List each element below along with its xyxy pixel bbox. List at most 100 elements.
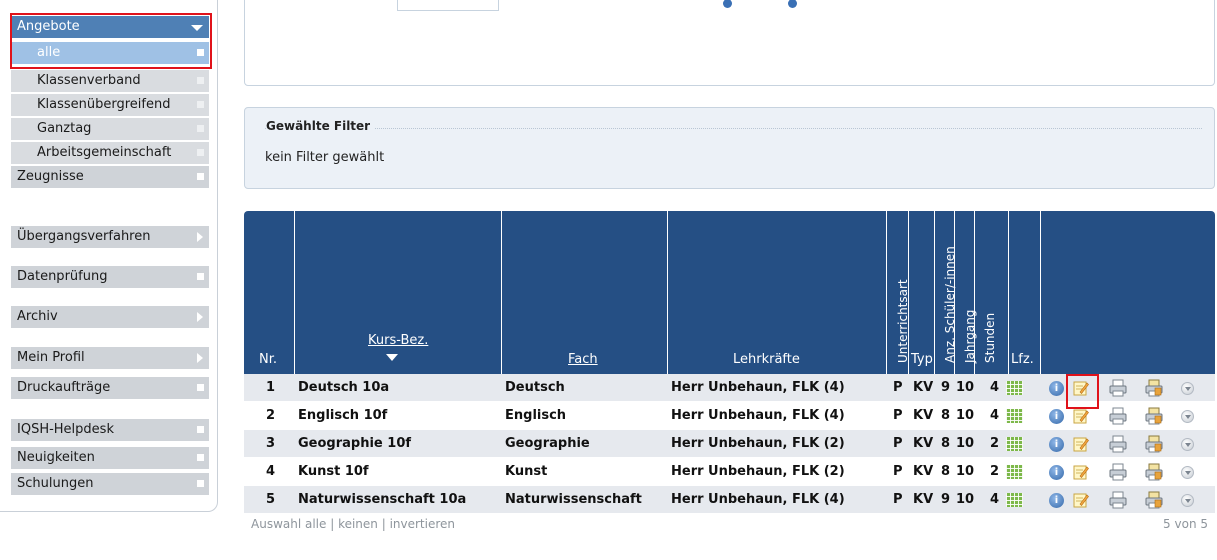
info-icon[interactable]: i	[1049, 381, 1064, 396]
header-label: Typ	[911, 352, 933, 367]
radio-icon[interactable]	[723, 0, 732, 8]
info-icon[interactable]: i	[1049, 465, 1064, 480]
print-report-icon[interactable]	[1145, 463, 1163, 481]
header-lehrkraefte: Lehrkräfte	[668, 211, 887, 374]
cell-nr: 4	[266, 464, 276, 479]
subnav-label: Ganztag	[37, 121, 92, 136]
cell-art: P	[893, 464, 903, 479]
print-icon[interactable]	[1109, 463, 1127, 481]
table-row[interactable]: 4 Kunst 10f Kunst Herr Unbehaun, FLK (2) P KV…	[244, 458, 1215, 486]
info-icon[interactable]: i	[1049, 493, 1064, 508]
header-label: Stunden	[983, 312, 997, 363]
search-panel	[244, 0, 1215, 86]
nav-label: Archiv	[17, 309, 58, 324]
cell-lehrkraefte: Herr Unbehaun, FLK (2)	[671, 464, 845, 479]
header-lfz: Lfz.	[1009, 211, 1041, 374]
cell-anzahl: 9	[941, 492, 951, 507]
cell-anzahl: 8	[941, 408, 951, 423]
more-icon[interactable]	[1181, 466, 1194, 479]
print-report-icon[interactable]	[1145, 379, 1163, 397]
cell-art: P	[893, 492, 903, 507]
cell-jahrgang: 10	[956, 408, 975, 423]
subnav-ganztag[interactable]: Ganztag	[11, 118, 209, 140]
table-row[interactable]: 3 Geographie 10f Geographie Herr Unbehaun, …	[244, 430, 1215, 458]
header-kurs[interactable]: Kurs-Bez.	[295, 211, 502, 374]
header-label: Unterrichtsart	[896, 279, 910, 363]
cell-stunden: 2	[990, 436, 1000, 451]
nav-uebergangsverfahren[interactable]: Übergangsverfahren	[11, 226, 209, 248]
nav-archiv[interactable]: Archiv	[11, 306, 209, 328]
header-sort-link[interactable]: Fach	[568, 352, 598, 367]
print-icon[interactable]	[1109, 435, 1127, 453]
subnav-label: Klassenübergreifend	[37, 97, 171, 112]
subnav-label: Klassenverband	[37, 73, 141, 88]
nav-schulungen[interactable]: Schulungen	[11, 473, 209, 495]
search-input[interactable]	[397, 0, 499, 11]
header-fach[interactable]: Fach	[502, 211, 668, 374]
cell-stunden: 2	[990, 464, 1000, 479]
subnav-klassenverband[interactable]: Klassenverband	[11, 70, 209, 92]
edit-icon[interactable]	[1073, 408, 1089, 424]
header-label: Lfz.	[1011, 352, 1034, 367]
lernfortschritt-grid-icon[interactable]	[1006, 437, 1023, 451]
print-icon[interactable]	[1109, 379, 1127, 397]
cell-fach: Kunst	[505, 464, 548, 479]
cell-stunden: 4	[990, 380, 1000, 395]
cell-jahrgang: 10	[956, 464, 975, 479]
subnav-arbeitsgemeinschaft[interactable]: Arbeitsgemeinschaft	[11, 142, 209, 164]
edit-icon[interactable]	[1073, 436, 1089, 452]
cell-typ: KV	[913, 408, 934, 423]
more-icon[interactable]	[1181, 494, 1194, 507]
nav-mein-profil[interactable]: Mein Profil	[11, 347, 209, 369]
selection-links[interactable]: Auswahl alle | keinen | invertieren	[251, 517, 455, 531]
more-icon[interactable]	[1181, 438, 1194, 451]
lernfortschritt-grid-icon[interactable]	[1006, 381, 1023, 395]
print-report-icon[interactable]	[1145, 407, 1163, 425]
square-marker-icon	[197, 426, 204, 433]
subnav-klassenuebergreifend[interactable]: Klassenübergreifend	[11, 94, 209, 116]
square-marker-icon	[197, 173, 204, 180]
header-label: Lehrkräfte	[733, 352, 800, 367]
cell-fach: Englisch	[505, 408, 567, 423]
nav-label: Schulungen	[17, 476, 94, 491]
cell-nr: 3	[266, 436, 276, 451]
lernfortschritt-grid-icon[interactable]	[1006, 493, 1023, 507]
radio-icon[interactable]	[788, 0, 797, 8]
filter-legend: Gewählte Filter	[266, 119, 375, 133]
print-report-icon[interactable]	[1145, 491, 1163, 509]
nav-datenpruefung[interactable]: Datenprüfung	[11, 266, 209, 288]
cell-anzahl: 9	[941, 380, 951, 395]
nav-druckauftraege[interactable]: Druckaufträge	[11, 377, 209, 399]
square-marker-icon	[197, 101, 204, 108]
edit-icon[interactable]	[1073, 464, 1089, 480]
lernfortschritt-grid-icon[interactable]	[1006, 409, 1023, 423]
info-icon[interactable]: i	[1049, 437, 1064, 452]
nav-label: Mein Profil	[17, 350, 85, 365]
cell-typ: KV	[913, 464, 934, 479]
square-marker-icon	[197, 273, 204, 280]
more-icon[interactable]	[1181, 382, 1194, 395]
print-icon[interactable]	[1109, 407, 1127, 425]
table-row[interactable]: 5 Naturwissenschaft 10a Naturwissenschaft H…	[244, 486, 1215, 514]
cell-nr: 1	[266, 380, 276, 395]
info-icon[interactable]: i	[1049, 409, 1064, 424]
cell-lehrkraefte: Herr Unbehaun, FLK (4)	[671, 408, 845, 423]
cell-anzahl: 8	[941, 464, 951, 479]
cell-art: P	[893, 380, 903, 395]
edit-icon[interactable]	[1073, 492, 1089, 508]
nav-zeugnisse[interactable]: Zeugnisse	[11, 166, 209, 188]
header-typ: Typ	[909, 211, 935, 374]
print-icon[interactable]	[1109, 491, 1127, 509]
cell-kurs: Geographie 10f	[298, 436, 412, 451]
print-report-icon[interactable]	[1145, 435, 1163, 453]
row-count: 5 von 5	[1163, 517, 1208, 531]
subnav-label: Arbeitsgemeinschaft	[37, 145, 172, 160]
lernfortschritt-grid-icon[interactable]	[1006, 465, 1023, 479]
nav-neuigkeiten[interactable]: Neuigkeiten	[11, 447, 209, 469]
header-sort-link[interactable]: Kurs-Bez.	[368, 333, 428, 348]
square-marker-icon	[197, 149, 204, 156]
cell-nr: 5	[266, 492, 276, 507]
nav-iqsh-helpdesk[interactable]: IQSH-Helpdesk	[11, 419, 209, 441]
cell-kurs: Deutsch 10a	[298, 380, 390, 395]
more-icon[interactable]	[1181, 410, 1194, 423]
